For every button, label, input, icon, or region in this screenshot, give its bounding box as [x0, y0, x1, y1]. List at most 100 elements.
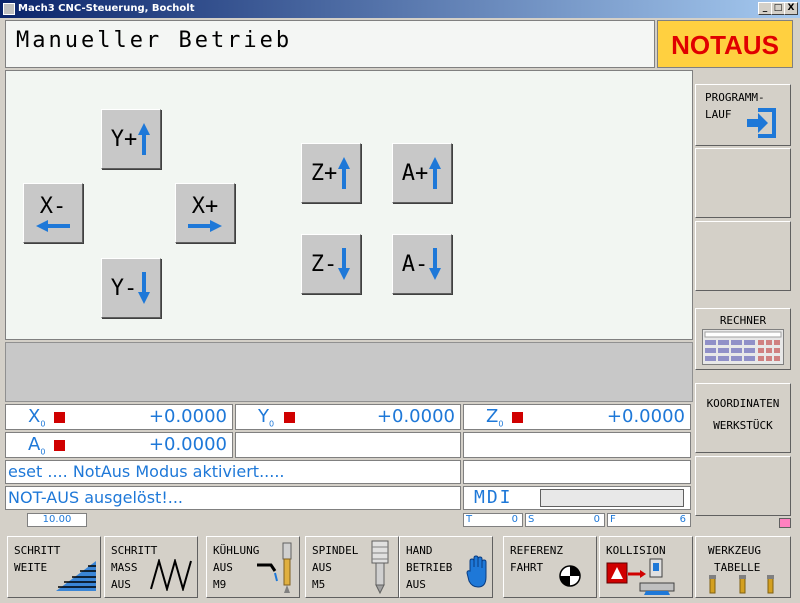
- status-led-icon: [779, 518, 791, 528]
- jog-x-minus-label: X-: [39, 193, 67, 219]
- dro-x-letter: X: [28, 406, 41, 427]
- jog-y-minus-label: Y-: [110, 275, 138, 301]
- arrow-right-icon: [188, 219, 222, 232]
- dro-y-sub: 0: [269, 419, 275, 429]
- tool-label: T: [466, 514, 473, 525]
- spindle-speed: S 0: [525, 513, 605, 527]
- status-message: eset .... NotAus Modus aktiviert.....: [5, 460, 461, 484]
- softkey-referenzfahrt[interactable]: REFERENZ FAHRT: [503, 536, 597, 598]
- right-blank-button-1[interactable]: [695, 148, 791, 218]
- maximize-button[interactable]: □: [771, 2, 785, 15]
- dro-z-letter: Z: [486, 406, 499, 427]
- jog-x-plus-label: X+: [191, 193, 219, 219]
- softkey-2-line-1: SCHRITT: [111, 544, 158, 557]
- reference-target-icon: [559, 565, 581, 587]
- mdi-label: MDI: [474, 487, 513, 508]
- programmlauf-label-2: LAUF: [705, 108, 732, 121]
- dro-y-letter: Y: [258, 406, 269, 427]
- rechner-label: RECHNER: [719, 314, 767, 327]
- softkey-3-line-2: AUS: [213, 561, 233, 574]
- softkey-8-line-2: TABELLE: [714, 561, 761, 574]
- dro-a-sub: 0: [40, 447, 46, 457]
- rechner-button[interactable]: RECHNER: [695, 308, 791, 370]
- jog-z-plus-button[interactable]: Z+: [301, 143, 361, 203]
- tool-icon: [709, 575, 774, 594]
- spindle-icon: [371, 540, 389, 595]
- arrow-down-icon: [429, 248, 442, 280]
- dro-z-value: +0.0000: [606, 406, 685, 427]
- dro-x-value: +0.0000: [148, 406, 227, 427]
- programmlauf-button[interactable]: PROGRAMM- LAUF: [695, 84, 791, 146]
- jog-a-plus-button[interactable]: A+: [392, 143, 452, 203]
- dro-x-axis-label: X0: [28, 406, 45, 429]
- koordinaten-button[interactable]: KOORDINATEN WERKSTÜCK: [695, 383, 791, 453]
- jog-y-plus-button[interactable]: Y+: [101, 109, 161, 169]
- programmlauf-label-1: PROGRAMM-: [705, 91, 765, 104]
- jog-a-minus-label: A-: [401, 251, 429, 277]
- dro-y[interactable]: Y0 +0.0000: [235, 404, 461, 430]
- softkey-5-line-2: BETRIEB: [406, 561, 453, 574]
- softkey-spindel[interactable]: SPINDEL AUS M5: [305, 536, 399, 598]
- mdi-box[interactable]: MDI: [463, 486, 691, 510]
- softkey-handbetrieb[interactable]: HAND BETRIEB AUS: [399, 536, 493, 598]
- mode-header: Manueller Betrieb: [5, 20, 655, 68]
- close-button[interactable]: X: [784, 2, 798, 15]
- dro-a-letter: A: [28, 434, 41, 455]
- minimize-button[interactable]: _: [758, 2, 772, 15]
- dro-y-alarm-indicator: [284, 412, 295, 423]
- softkey-4-line-1: SPINDEL: [312, 544, 359, 557]
- softkey-4-line-2: AUS: [312, 561, 332, 574]
- jog-y-plus-label: Y+: [110, 126, 138, 152]
- dro-a-value: +0.0000: [148, 434, 227, 455]
- softkey-kollision[interactable]: KOLLISION: [599, 536, 693, 598]
- app-icon: [3, 3, 15, 15]
- spindle-label: S: [528, 514, 535, 525]
- arrow-down-icon: [338, 248, 351, 280]
- dro-a-axis-label: A0: [28, 434, 45, 457]
- coolant-icon: [257, 542, 292, 593]
- softkey-5-line-1: HAND: [406, 544, 433, 557]
- dro-x-alarm-indicator: [54, 412, 65, 423]
- jog-x-plus-button[interactable]: X+: [175, 183, 235, 243]
- zigzag-icon: [150, 559, 192, 591]
- right-blank-button-2[interactable]: [695, 221, 791, 291]
- dro-z-sub: 0: [498, 419, 504, 429]
- feed-override-value: 10.00: [27, 513, 87, 527]
- error-message: NOT-AUS ausgelöst!...: [5, 486, 461, 510]
- jog-a-minus-button[interactable]: A-: [392, 234, 452, 294]
- softkey-werkzeugtabelle[interactable]: WERKZEUG TABELLE: [695, 536, 791, 598]
- notaus-button[interactable]: NOTAUS: [657, 20, 793, 68]
- jog-x-minus-button[interactable]: X-: [23, 183, 83, 243]
- step-ramp-icon: [56, 561, 96, 591]
- tool-number: T 0: [463, 513, 523, 527]
- softkey-schritt-weite[interactable]: SCHRITT WEITE: [7, 536, 101, 598]
- window-title: Mach3 CNC-Steuerung, Bocholt: [18, 3, 195, 14]
- softkey-kuehlung[interactable]: KÜHLUNG AUS M9: [206, 536, 300, 598]
- arrow-up-icon: [338, 157, 351, 189]
- jog-a-plus-label: A+: [401, 160, 429, 186]
- dro-y-axis-label: Y0: [258, 406, 274, 429]
- softkey-4-line-3: M5: [312, 578, 326, 591]
- feed-value: 6: [679, 514, 686, 525]
- koordinaten-label-2: WERKSTÜCK: [713, 419, 773, 432]
- program-run-icon: [747, 108, 776, 138]
- collision-icon: [606, 558, 675, 595]
- dro-z[interactable]: Z0 +0.0000: [463, 404, 691, 430]
- arrow-left-icon: [36, 219, 70, 232]
- title-bar: Mach3 CNC-Steuerung, Bocholt _ □ X: [0, 0, 800, 18]
- mdi-input[interactable]: [540, 489, 684, 507]
- softkey-2-line-2: MASS: [111, 561, 138, 574]
- dro-a[interactable]: A0 +0.0000: [5, 432, 233, 458]
- hand-icon: [466, 555, 487, 588]
- jog-y-minus-button[interactable]: Y-: [101, 258, 161, 318]
- dro-x[interactable]: X0 +0.0000: [5, 404, 233, 430]
- arrow-up-icon: [429, 157, 442, 189]
- jog-z-minus-button[interactable]: Z-: [301, 234, 361, 294]
- koordinaten-label-1: KOORDINATEN: [706, 397, 780, 410]
- softkey-schritt-mass[interactable]: SCHRITT MASS AUS: [104, 536, 198, 598]
- right-blank-button-3[interactable]: [695, 456, 791, 516]
- page-title: Manueller Betrieb: [16, 28, 293, 53]
- feed-rate: F 6: [607, 513, 691, 527]
- mach3-window: Mach3 CNC-Steuerung, Bocholt _ □ X Manue…: [0, 0, 800, 603]
- softkey-2-line-3: AUS: [111, 578, 131, 591]
